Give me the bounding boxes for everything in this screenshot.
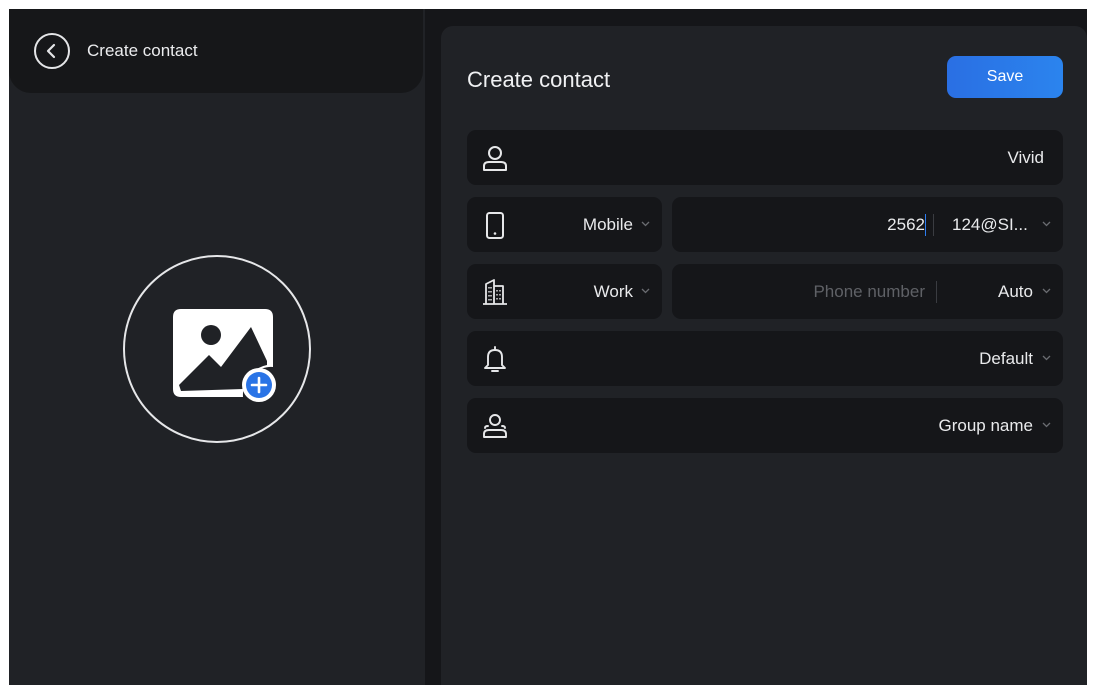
group-icon (483, 414, 507, 438)
save-button[interactable]: Save (947, 56, 1063, 98)
chevron-down-icon (641, 221, 650, 227)
phone-type-select-2[interactable]: Work (467, 264, 662, 319)
building-icon (483, 279, 507, 305)
contact-form-panel: Create contact Save Vivid Mobile 2562 12… (441, 26, 1087, 685)
account-select-2-label[interactable]: Auto (998, 264, 1033, 319)
chevron-down-icon (1042, 355, 1051, 361)
chevron-down-icon (1042, 221, 1051, 227)
ringtone-value: Default (979, 349, 1033, 368)
person-icon (483, 146, 507, 171)
bell-icon (484, 346, 506, 372)
chevron-down-icon (1042, 422, 1051, 428)
divider (933, 214, 934, 236)
divider (936, 281, 937, 303)
add-photo-icon (173, 309, 276, 402)
phone-number-1-input[interactable]: 2562 (887, 197, 925, 252)
avatar-panel: Create contact (9, 9, 425, 685)
chevron-left-icon (46, 43, 56, 59)
back-button[interactable] (34, 33, 70, 69)
name-value: Vivid (1007, 148, 1044, 167)
form-title: Create contact (467, 67, 611, 92)
mobile-phone-icon (486, 212, 504, 239)
phone-type-1-label: Mobile (582, 215, 633, 234)
phone-number-2-input[interactable]: Phone number (813, 264, 925, 319)
avatar-picker[interactable] (123, 255, 311, 443)
phone-number-row-1: 2562 124@SI... (672, 197, 1063, 252)
chevron-down-icon (641, 288, 650, 294)
text-cursor (925, 214, 926, 236)
phone-type-select-1[interactable]: Mobile (467, 197, 662, 252)
chevron-down-icon (1042, 288, 1051, 294)
left-header-title: Create contact (87, 41, 198, 60)
ringtone-select[interactable]: Default (467, 331, 1063, 386)
account-select-1-label[interactable]: 124@SI... (952, 197, 1028, 252)
left-header: Create contact (9, 9, 423, 93)
group-select[interactable]: Group name (467, 398, 1063, 453)
phone-type-2-label: Work (593, 282, 633, 301)
phone-number-row-2: Phone number Auto (672, 264, 1063, 319)
name-field[interactable]: Vivid (467, 130, 1063, 185)
group-value: Group name (938, 416, 1034, 435)
screen: Create contact Create contact Save Vivid… (9, 9, 1087, 685)
